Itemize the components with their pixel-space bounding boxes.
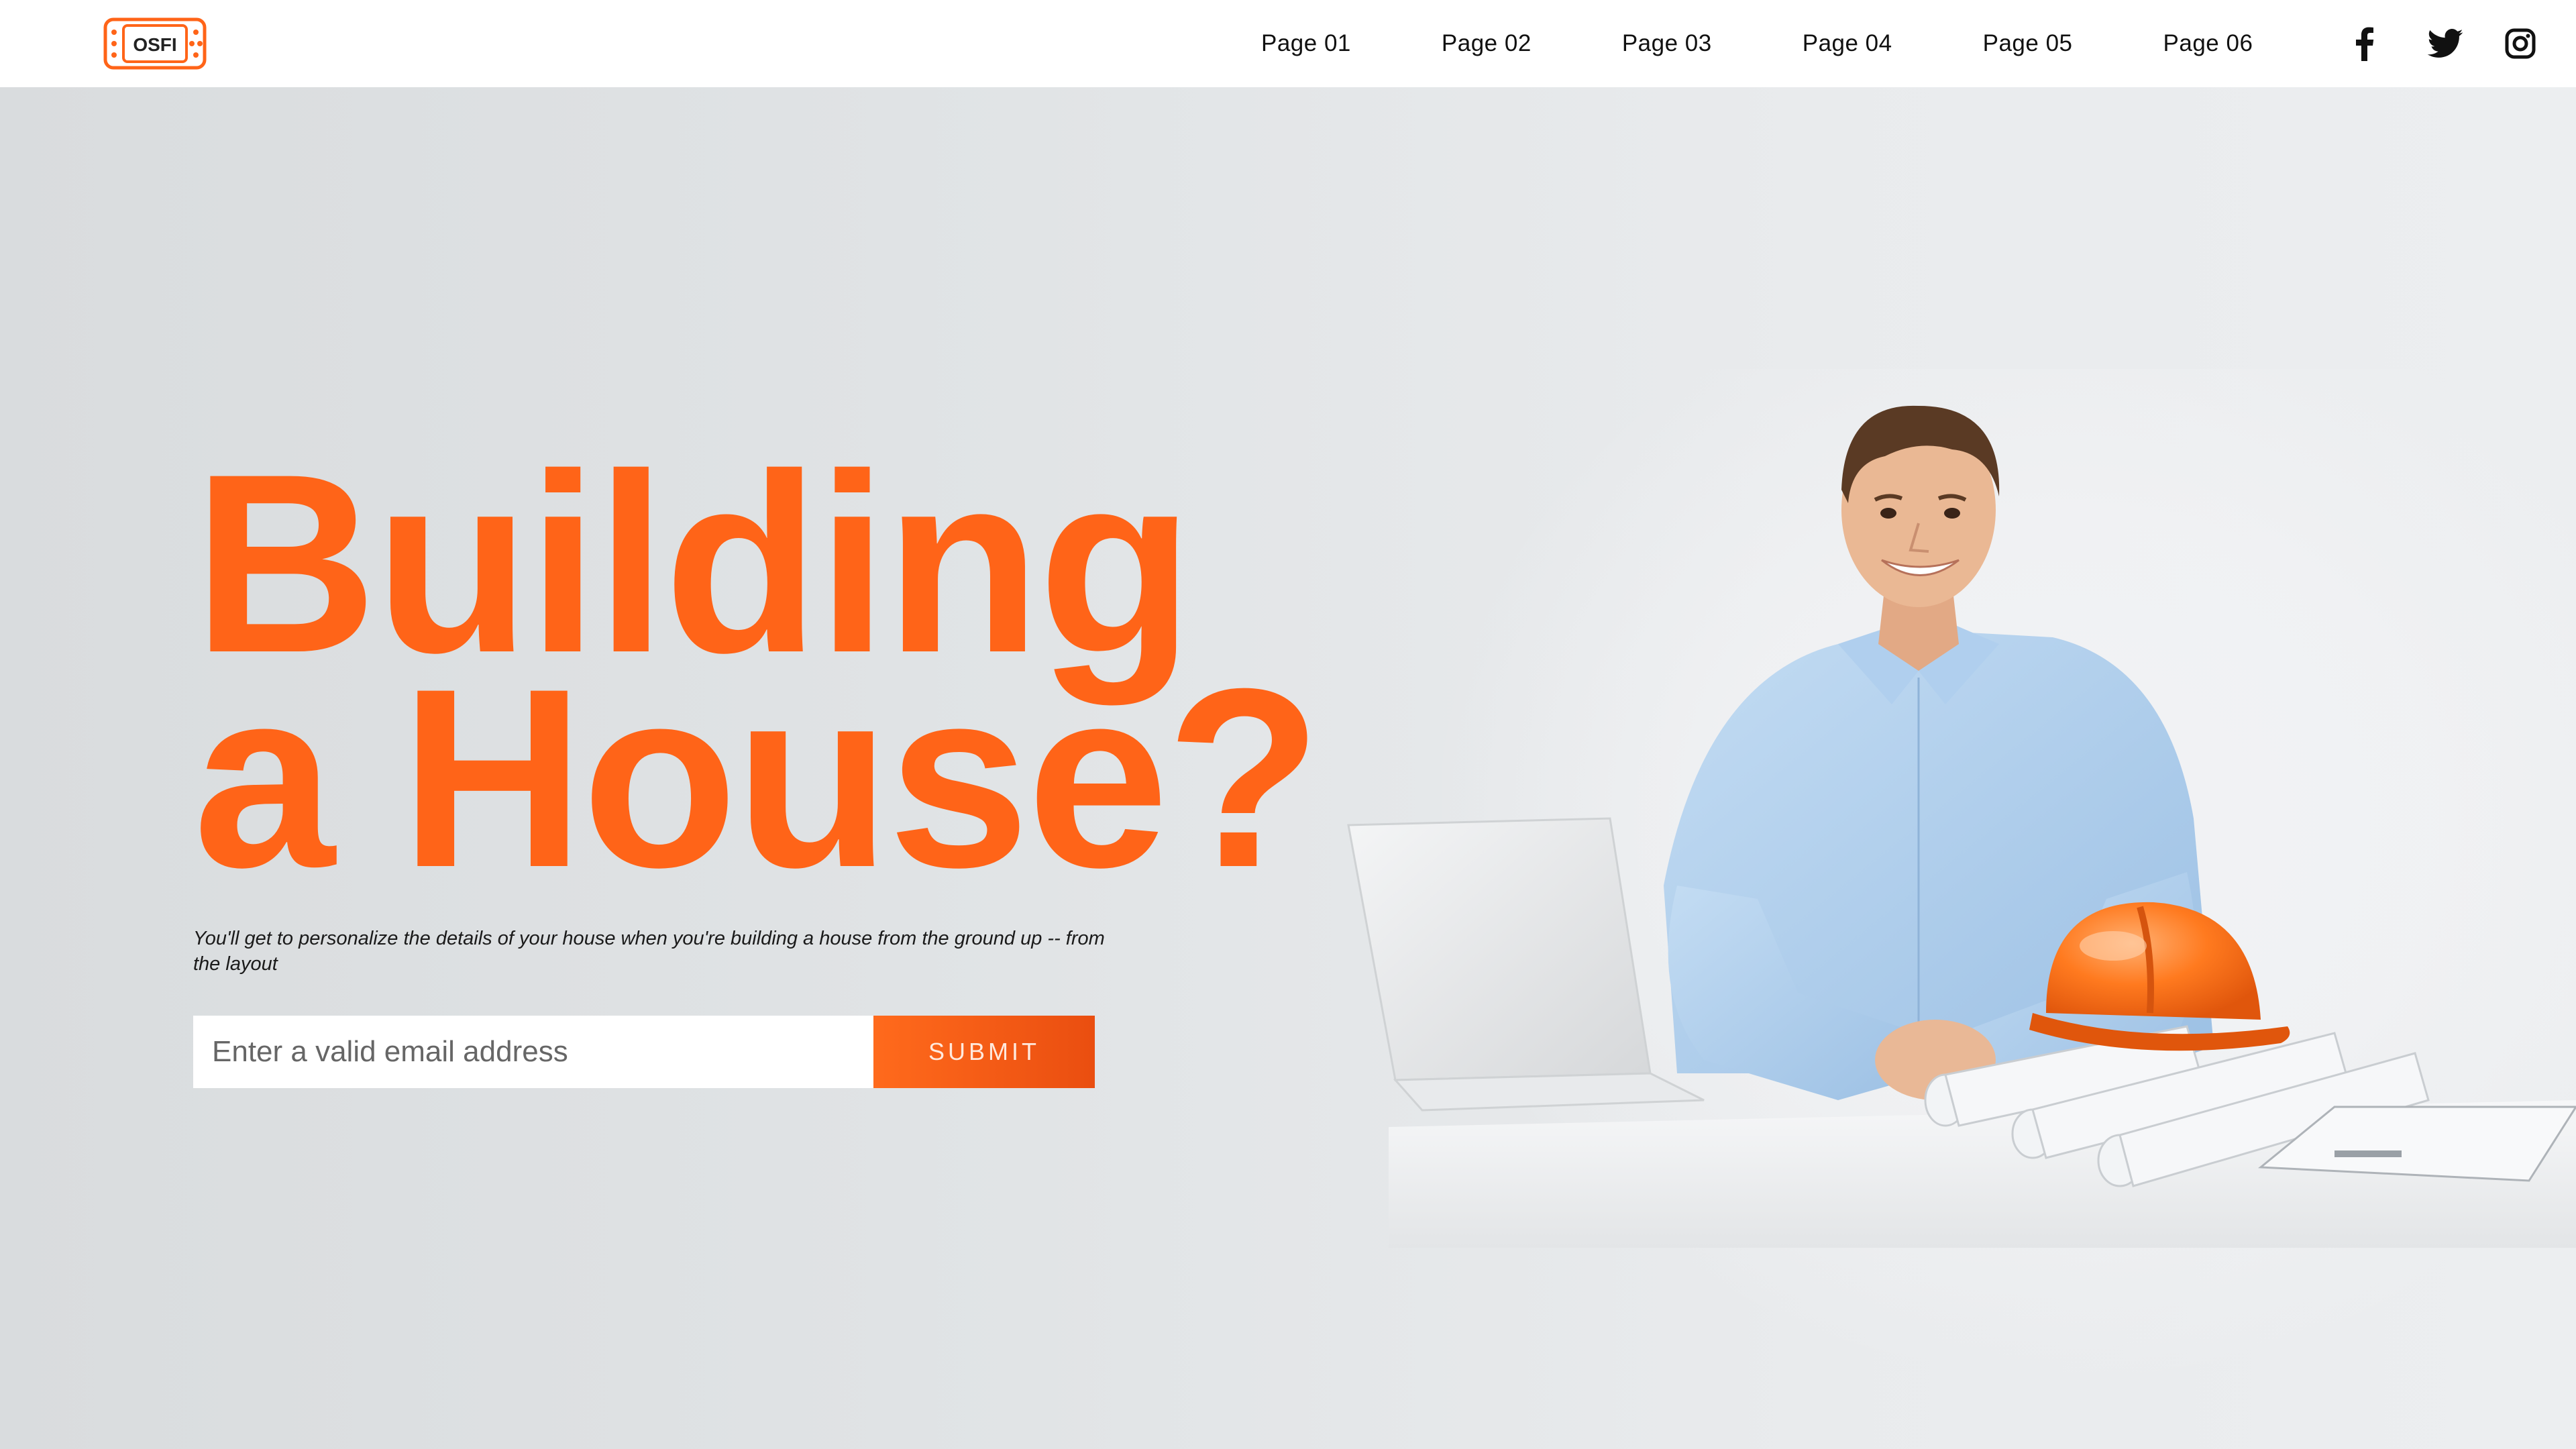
nav-page-04[interactable]: Page 04 bbox=[1803, 30, 1892, 57]
nav-page-02[interactable]: Page 02 bbox=[1442, 30, 1532, 57]
instagram-icon[interactable] bbox=[2505, 0, 2536, 87]
hero-headline: Building a House? bbox=[193, 436, 1322, 920]
twitter-icon[interactable] bbox=[2427, 0, 2463, 87]
logo-icon: OSFI bbox=[103, 17, 207, 70]
facebook-icon[interactable] bbox=[2355, 0, 2375, 87]
nav-page-06[interactable]: Page 06 bbox=[2163, 30, 2253, 57]
hero-illustration bbox=[1347, 405, 2576, 1248]
hero-subtext: You'll get to personalize the details of… bbox=[193, 928, 1105, 975]
laptop bbox=[1347, 817, 1652, 1081]
svg-text:OSFI: OSFI bbox=[133, 34, 176, 55]
signup-form: SUBMIT bbox=[193, 1016, 1095, 1088]
navbar: OSFI Page 01 Page 02 Page 03 Page 04 Pag… bbox=[0, 0, 2576, 87]
nav-links: Page 01 Page 02 Page 03 Page 04 Page 05 … bbox=[1261, 0, 2253, 87]
email-input[interactable] bbox=[193, 1016, 873, 1088]
submit-button[interactable]: SUBMIT bbox=[873, 1016, 1095, 1088]
logo[interactable]: OSFI bbox=[103, 17, 207, 70]
nav-page-01[interactable]: Page 01 bbox=[1261, 30, 1351, 57]
headline-line-2: a House? bbox=[193, 635, 1322, 920]
nav-page-05[interactable]: Page 05 bbox=[1983, 30, 2073, 57]
nav-page-03[interactable]: Page 03 bbox=[1622, 30, 1712, 57]
